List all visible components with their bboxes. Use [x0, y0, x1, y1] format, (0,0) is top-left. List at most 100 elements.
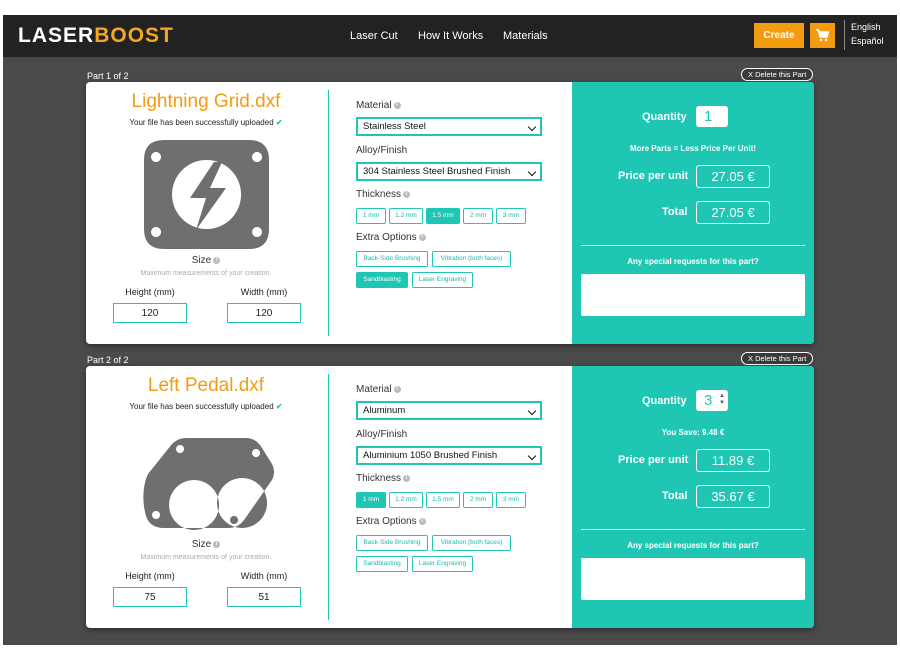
- quantity-label: Quantity: [642, 111, 687, 123]
- thickness-label-text: Thickness: [356, 189, 402, 200]
- thickness-2mm[interactable]: 2 mm: [463, 492, 493, 508]
- total-value: 27.05 €: [696, 201, 770, 224]
- thickness-1-5mm[interactable]: 1.5 mm: [426, 492, 460, 508]
- pricing-panel: Quantity 1 More Parts = Less Price Per U…: [572, 82, 814, 344]
- thickness-3mm[interactable]: 3 mm: [496, 492, 526, 508]
- finish-select[interactable]: 304 Stainless Steel Brushed Finish: [356, 162, 542, 181]
- part-card: Lightning Grid.dxf Your file has been su…: [86, 82, 814, 344]
- material-label-text: Material: [356, 384, 392, 395]
- width-input[interactable]: [227, 587, 301, 607]
- extras-label: Extra Options i: [356, 516, 426, 527]
- info-icon[interactable]: i: [393, 101, 401, 109]
- extra-vibration[interactable]: Vibration (both faces): [432, 251, 511, 267]
- extra-sandblasting[interactable]: Sandblasting: [356, 272, 408, 288]
- pricing-panel: Quantity 3 ▲ ▼ You Save: 9.48 € Price per …: [572, 366, 814, 628]
- thickness-1-5mm[interactable]: 1.5 mm: [426, 208, 460, 224]
- total-label: Total: [662, 490, 688, 502]
- info-icon[interactable]: i: [403, 190, 411, 198]
- check-icon: ✔: [275, 402, 283, 411]
- extra-back-side-brushing[interactable]: Back-Side Brushing: [356, 535, 428, 551]
- upload-message: Your file has been successfully uploaded: [129, 118, 274, 127]
- height-label: Height (mm): [125, 571, 175, 581]
- thickness-1-2mm[interactable]: 1.2 mm: [389, 492, 423, 508]
- material-label: Material i: [356, 100, 401, 111]
- width-input[interactable]: [227, 303, 301, 323]
- quantity-input[interactable]: 3 ▲ ▼: [696, 390, 728, 411]
- quantity-label: Quantity: [642, 395, 687, 407]
- finish-label: Alloy/Finish: [356, 429, 408, 440]
- chevron-down-icon: [527, 406, 537, 416]
- special-requests-label: Any special requests for this part?: [627, 257, 759, 266]
- nav-materials[interactable]: Materials: [503, 30, 548, 42]
- options-column: Material i Aluminum Alloy/Finish Aluminiu…: [329, 366, 572, 628]
- chevron-down-icon: [527, 167, 537, 177]
- extra-sandblasting[interactable]: Sandblasting: [356, 556, 408, 572]
- extras-label-text: Extra Options: [356, 516, 417, 527]
- info-icon[interactable]: i: [418, 233, 426, 241]
- stepper-icon[interactable]: ▲ ▼: [719, 393, 725, 407]
- thickness-label-text: Thickness: [356, 473, 402, 484]
- thickness-2mm[interactable]: 2 mm: [463, 208, 493, 224]
- check-icon: ✔: [275, 118, 283, 127]
- part-label: Part 1 of 2: [87, 71, 129, 81]
- upload-status: Your file has been successfully uploaded…: [86, 118, 326, 127]
- nav-how-it-works[interactable]: How It Works: [418, 30, 483, 42]
- price-per-unit-label: Price per unit: [618, 454, 689, 466]
- info-icon[interactable]: i: [418, 517, 426, 525]
- file-name: Lightning Grid.dxf: [131, 91, 281, 112]
- file-name: Left Pedal.dxf: [147, 375, 265, 396]
- size-label: Size i: [86, 255, 326, 266]
- file-column: Left Pedal.dxf Your file has been succes…: [86, 366, 326, 628]
- info-icon[interactable]: i: [403, 474, 411, 482]
- special-requests-input[interactable]: [581, 274, 805, 316]
- thickness-label: Thickness i: [356, 473, 411, 484]
- thickness-1mm[interactable]: 1 mm: [356, 492, 386, 508]
- special-requests-input[interactable]: [581, 558, 805, 600]
- quantity-input[interactable]: 1: [696, 106, 728, 127]
- thickness-1-2mm[interactable]: 1.2 mm: [389, 208, 423, 224]
- upload-status: Your file has been successfully uploaded…: [86, 402, 326, 411]
- price-per-unit-value: 11.89 €: [696, 449, 770, 472]
- logo[interactable]: LASERBOOST: [18, 24, 174, 48]
- logo-text-laser: LASER: [18, 24, 95, 47]
- extras-label-text: Extra Options: [356, 232, 417, 243]
- info-icon[interactable]: i: [213, 540, 221, 548]
- extra-laser-engraving[interactable]: Laser Engraving: [412, 272, 473, 288]
- nav-laser-cut[interactable]: Laser Cut: [350, 30, 398, 42]
- thickness-3mm[interactable]: 3 mm: [496, 208, 526, 224]
- size-label-text: Size: [191, 539, 212, 550]
- lang-espanol[interactable]: Español: [851, 36, 884, 46]
- options-column: Material i Stainless Steel Alloy/Finish 3…: [329, 82, 572, 344]
- extra-vibration[interactable]: Vibration (both faces): [432, 535, 511, 551]
- divider: [581, 245, 805, 246]
- height-input[interactable]: [113, 587, 187, 607]
- material-value: Aluminum: [363, 405, 406, 416]
- delete-part-button[interactable]: X Delete this Part: [741, 68, 814, 81]
- price-per-unit-value: 27.05 €: [696, 165, 770, 188]
- upload-message: Your file has been successfully uploaded: [129, 402, 274, 411]
- finish-label: Alloy/Finish: [356, 145, 408, 156]
- finish-select[interactable]: Aluminium 1050 Brushed Finish: [356, 446, 542, 465]
- width-label: Width (mm): [240, 571, 288, 581]
- chevron-down-icon: [527, 451, 537, 461]
- price-note: More Parts = Less Price Per Unit!: [629, 144, 757, 153]
- cart-button[interactable]: [810, 23, 835, 48]
- material-select[interactable]: Stainless Steel: [356, 117, 542, 136]
- cart-icon: [816, 29, 829, 42]
- height-input[interactable]: [113, 303, 187, 323]
- info-icon[interactable]: i: [393, 385, 401, 393]
- file-column: Lightning Grid.dxf Your file has been su…: [86, 82, 326, 344]
- thickness-1mm[interactable]: 1 mm: [356, 208, 386, 224]
- extra-laser-engraving[interactable]: Laser Engraving: [412, 556, 473, 572]
- material-value: Stainless Steel: [363, 121, 426, 132]
- extra-back-side-brushing[interactable]: Back-Side Brushing: [356, 251, 428, 267]
- quantity-value: 3: [704, 392, 713, 409]
- special-requests-label: Any special requests for this part?: [627, 541, 759, 550]
- material-select[interactable]: Aluminum: [356, 401, 542, 420]
- info-icon[interactable]: i: [213, 256, 221, 264]
- thickness-label: Thickness i: [356, 189, 411, 200]
- lang-english[interactable]: English: [851, 22, 881, 32]
- part-card: Left Pedal.dxf Your file has been succes…: [86, 366, 814, 628]
- create-button[interactable]: Create: [754, 23, 804, 48]
- delete-part-button[interactable]: X Delete this Part: [741, 352, 814, 365]
